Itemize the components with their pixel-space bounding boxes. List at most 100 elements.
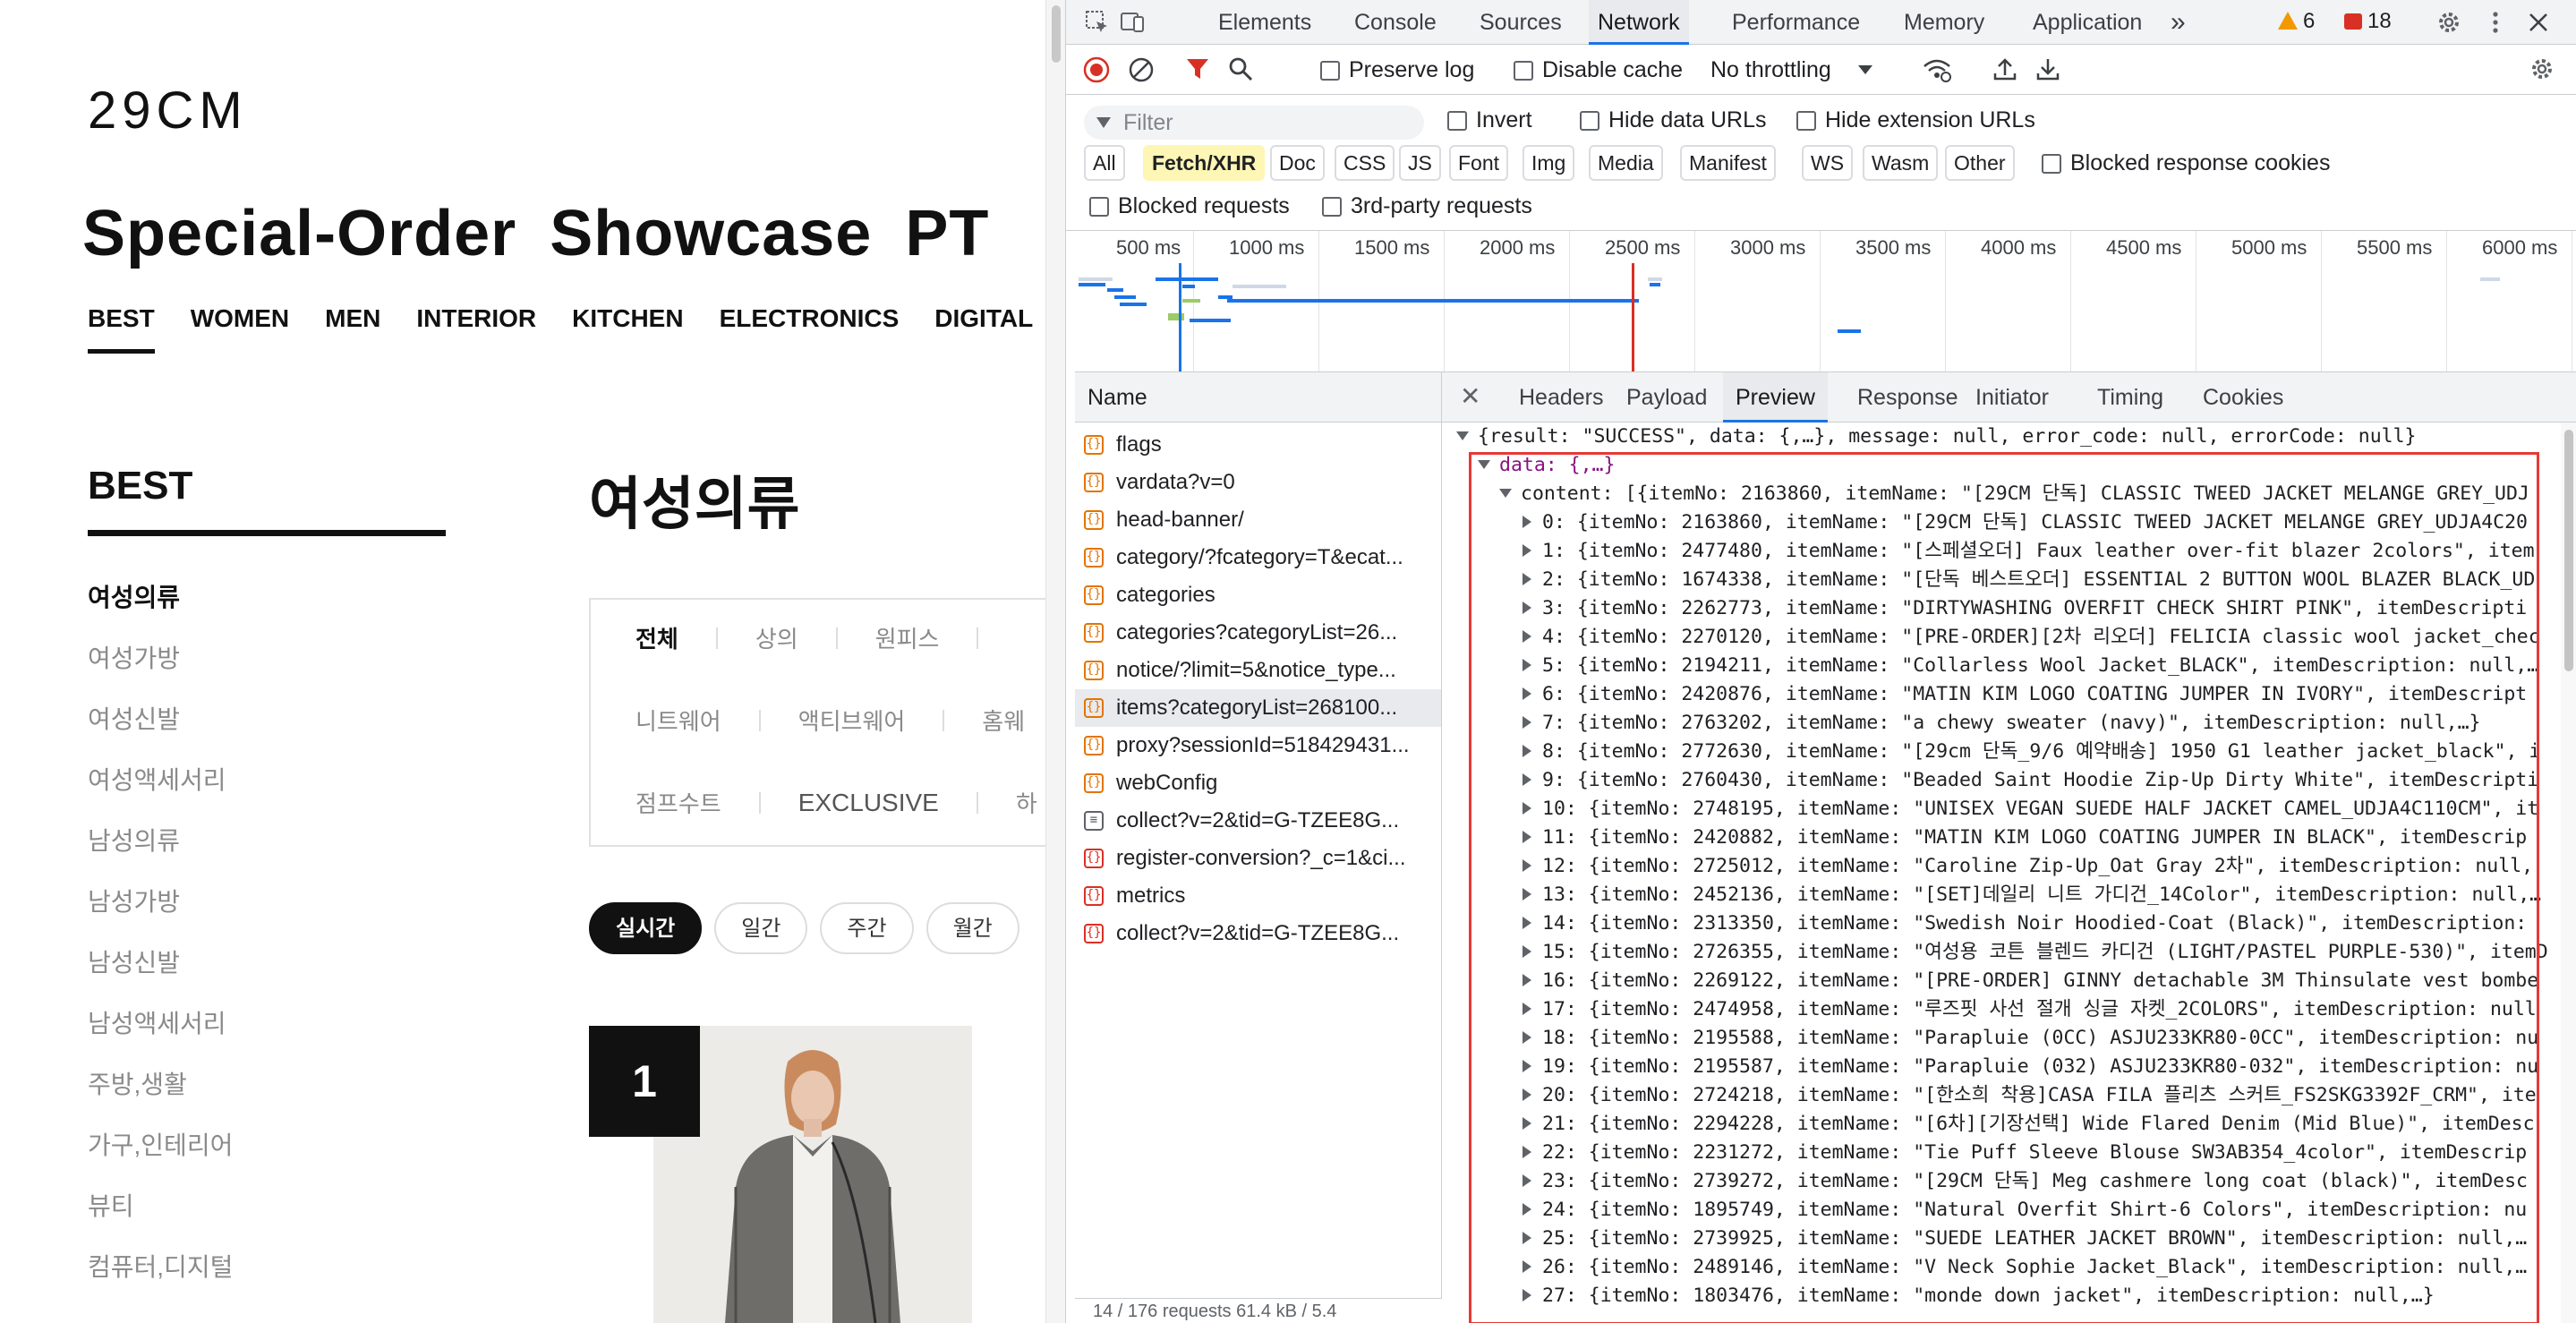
preview-scrollbar[interactable] bbox=[2561, 423, 2576, 1323]
sidebar-item[interactable]: 컴퓨터,디지털 bbox=[88, 1250, 233, 1310]
nav-men[interactable]: MEN bbox=[325, 304, 380, 333]
tab-memory[interactable]: Memory bbox=[1904, 0, 1984, 45]
tab-network[interactable]: Network bbox=[1589, 0, 1689, 45]
filter-input[interactable]: Filter bbox=[1084, 106, 1424, 140]
json-array-item[interactable]: 16: {itemNo: 2269122, itemName: "[PRE-OR… bbox=[1523, 967, 2538, 995]
type-filter-wasm[interactable]: Wasm bbox=[1863, 145, 1939, 181]
export-har-icon[interactable] bbox=[2034, 55, 2061, 82]
request-row[interactable]: {} categories bbox=[1075, 576, 1441, 614]
more-tabs-chevron-icon[interactable]: » bbox=[2171, 0, 2186, 45]
tab-payload[interactable]: Payload bbox=[1626, 372, 1707, 423]
filter-chip[interactable]: 원피스 bbox=[875, 621, 940, 654]
network-overview-timeline[interactable]: 500 ms 1000 ms 1500 ms 2000 ms 2500 ms 3… bbox=[1075, 231, 2576, 372]
throttling-select[interactable]: No throttling bbox=[1710, 57, 1872, 83]
filter-chip[interactable]: 하 bbox=[1016, 786, 1037, 819]
request-row[interactable]: {} notice/?limit=5&notice_type... bbox=[1075, 652, 1441, 689]
request-row[interactable]: {} category/?fcategory=T&ecat... bbox=[1075, 539, 1441, 576]
json-array-item[interactable]: 4: {itemNo: 2270120, itemName: "[PRE-ORD… bbox=[1523, 623, 2540, 652]
request-row[interactable]: {} register-conversion?_c=1&ci... bbox=[1075, 840, 1441, 877]
json-data-line[interactable]: data: {,…} bbox=[1478, 451, 1615, 480]
json-array-item[interactable]: 6: {itemNo: 2420876, itemName: "MATIN KI… bbox=[1523, 680, 2527, 709]
json-array-item[interactable]: 10: {itemNo: 2748195, itemName: "UNISEX … bbox=[1523, 795, 2538, 824]
invert-checkbox[interactable]: Invert bbox=[1447, 107, 1532, 133]
json-array-item[interactable]: 21: {itemNo: 2294228, itemName: "[6차][기장… bbox=[1523, 1110, 2535, 1139]
json-array-item[interactable]: 26: {itemNo: 2489146, itemName: "V Neck … bbox=[1523, 1253, 2527, 1282]
tab-sources[interactable]: Sources bbox=[1480, 0, 1562, 45]
tab-cookies[interactable]: Cookies bbox=[2203, 372, 2283, 423]
errors-count[interactable]: 18 bbox=[2344, 9, 2392, 34]
hide-extension-urls-checkbox[interactable]: Hide extension URLs bbox=[1796, 107, 2035, 133]
blocked-requests-checkbox[interactable]: Blocked requests bbox=[1089, 193, 1290, 219]
filter-chip[interactable]: 액티브웨어 bbox=[798, 704, 906, 737]
period-realtime-button[interactable]: 실시간 bbox=[589, 902, 703, 954]
network-settings-gear-icon[interactable] bbox=[2529, 55, 2555, 82]
product-image[interactable] bbox=[653, 1026, 972, 1323]
preserve-log-checkbox[interactable]: Preserve log bbox=[1320, 57, 1474, 83]
json-array-item[interactable]: 12: {itemNo: 2725012, itemName: "Carolin… bbox=[1523, 852, 2533, 881]
sidebar-item[interactable]: 주방,생활 bbox=[88, 1067, 233, 1128]
nav-interior[interactable]: INTERIOR bbox=[416, 304, 536, 333]
tab-performance[interactable]: Performance bbox=[1732, 0, 1860, 45]
request-row[interactable]: {} vardata?v=0 bbox=[1075, 464, 1441, 501]
filter-chip[interactable]: 니트웨어 bbox=[635, 704, 721, 737]
json-array-item[interactable]: 19: {itemNo: 2195587, itemName: "Paraplu… bbox=[1523, 1053, 2538, 1081]
type-filter-doc[interactable]: Doc bbox=[1270, 145, 1325, 181]
json-array-item[interactable]: 13: {itemNo: 2452136, itemName: "[SET]데일… bbox=[1523, 881, 2541, 909]
type-filter-ws[interactable]: WS bbox=[1802, 145, 1854, 181]
json-preview[interactable]: {result: "SUCCESS", data: {,…}, message:… bbox=[1442, 423, 2559, 1323]
nav-electronics[interactable]: ELECTRONICS bbox=[720, 304, 900, 333]
tab-elements[interactable]: Elements bbox=[1218, 0, 1311, 45]
type-filter-img[interactable]: Img bbox=[1523, 145, 1575, 181]
request-row[interactable]: ≡ collect?v=2&tid=G-TZEE8G... bbox=[1075, 802, 1441, 840]
type-filter-js[interactable]: JS bbox=[1399, 145, 1441, 181]
json-array-item[interactable]: 11: {itemNo: 2420882, itemName: "MATIN K… bbox=[1523, 824, 2527, 852]
type-filter-other[interactable]: Other bbox=[1945, 145, 2015, 181]
type-filter-fetch-xhr[interactable]: Fetch/XHR bbox=[1143, 145, 1266, 181]
sidebar-item[interactable]: 여성액세서리 bbox=[88, 763, 233, 824]
blocked-response-cookies-checkbox[interactable]: Blocked response cookies bbox=[2042, 150, 2330, 176]
sidebar-item[interactable]: 여성신발 bbox=[88, 702, 233, 763]
tab-timing[interactable]: Timing bbox=[2097, 372, 2163, 423]
search-icon[interactable] bbox=[1227, 55, 1254, 82]
name-column-header[interactable]: Name bbox=[1075, 372, 1441, 423]
type-filter-media[interactable]: Media bbox=[1589, 145, 1663, 181]
nav-women[interactable]: WOMEN bbox=[191, 304, 289, 333]
request-row[interactable]: {} collect?v=2&tid=G-TZEE8G... bbox=[1075, 915, 1441, 952]
disable-cache-checkbox[interactable]: Disable cache bbox=[1514, 57, 1683, 83]
request-row[interactable]: {} items?categoryList=268100... bbox=[1075, 689, 1441, 727]
period-daily-button[interactable]: 일간 bbox=[714, 902, 808, 954]
filter-funnel-icon[interactable] bbox=[1184, 55, 1211, 82]
tab-preview[interactable]: Preview bbox=[1723, 372, 1828, 423]
filter-chip[interactable]: 전체 bbox=[635, 621, 678, 654]
tab-initiator[interactable]: Initiator bbox=[1975, 372, 2049, 423]
sidebar-item[interactable]: 남성의류 bbox=[88, 824, 233, 884]
inspect-element-icon[interactable] bbox=[1084, 9, 1111, 36]
filter-chip[interactable]: 점프수트 bbox=[635, 786, 721, 819]
device-toolbar-icon[interactable] bbox=[1120, 9, 1147, 36]
json-array-item[interactable]: 20: {itemNo: 2724218, itemName: "[한소희 착용… bbox=[1523, 1081, 2537, 1110]
network-conditions-icon[interactable] bbox=[1922, 55, 1952, 82]
tab-application[interactable]: Application bbox=[2033, 0, 2142, 45]
third-party-requests-checkbox[interactable]: 3rd-party requests bbox=[1322, 193, 1532, 219]
request-row[interactable]: {} head-banner/ bbox=[1075, 501, 1441, 539]
request-row[interactable]: {} proxy?sessionId=518429431... bbox=[1075, 727, 1441, 764]
tab-headers[interactable]: Headers bbox=[1519, 372, 1604, 423]
sidebar-item[interactable]: 뷰티 bbox=[88, 1189, 233, 1250]
json-array-item[interactable]: 3: {itemNo: 2262773, itemName: "DIRTYWAS… bbox=[1523, 594, 2527, 623]
json-array-item[interactable]: 8: {itemNo: 2772630, itemName: "[29cm 단독… bbox=[1523, 738, 2540, 766]
hide-data-urls-checkbox[interactable]: Hide data URLs bbox=[1580, 107, 1766, 133]
filter-chip[interactable]: 홈웨 bbox=[982, 704, 1025, 737]
sidebar-item[interactable]: 남성가방 bbox=[88, 884, 233, 945]
json-array-item[interactable]: 25: {itemNo: 2739925, itemName: "SUEDE L… bbox=[1523, 1225, 2527, 1253]
type-filter-manifest[interactable]: Manifest bbox=[1680, 145, 1776, 181]
json-array-item[interactable]: 22: {itemNo: 2231272, itemName: "Tie Puf… bbox=[1523, 1139, 2527, 1167]
json-content-line[interactable]: content: [{itemNo: 2163860, itemName: "[… bbox=[1499, 480, 2529, 508]
sidebar-item[interactable]: 남성신발 bbox=[88, 945, 233, 1006]
request-row[interactable]: {} categories?categoryList=26... bbox=[1075, 614, 1441, 652]
nav-kitchen[interactable]: KITCHEN bbox=[572, 304, 683, 333]
json-array-item[interactable]: 0: {itemNo: 2163860, itemName: "[29CM 단독… bbox=[1523, 508, 2528, 537]
json-array-item[interactable]: 23: {itemNo: 2739272, itemName: "[29CM 단… bbox=[1523, 1167, 2528, 1196]
request-row[interactable]: {} metrics bbox=[1075, 877, 1441, 915]
json-array-item[interactable]: 24: {itemNo: 1895749, itemName: "Natural… bbox=[1523, 1196, 2527, 1225]
import-har-icon[interactable] bbox=[1992, 55, 2018, 82]
